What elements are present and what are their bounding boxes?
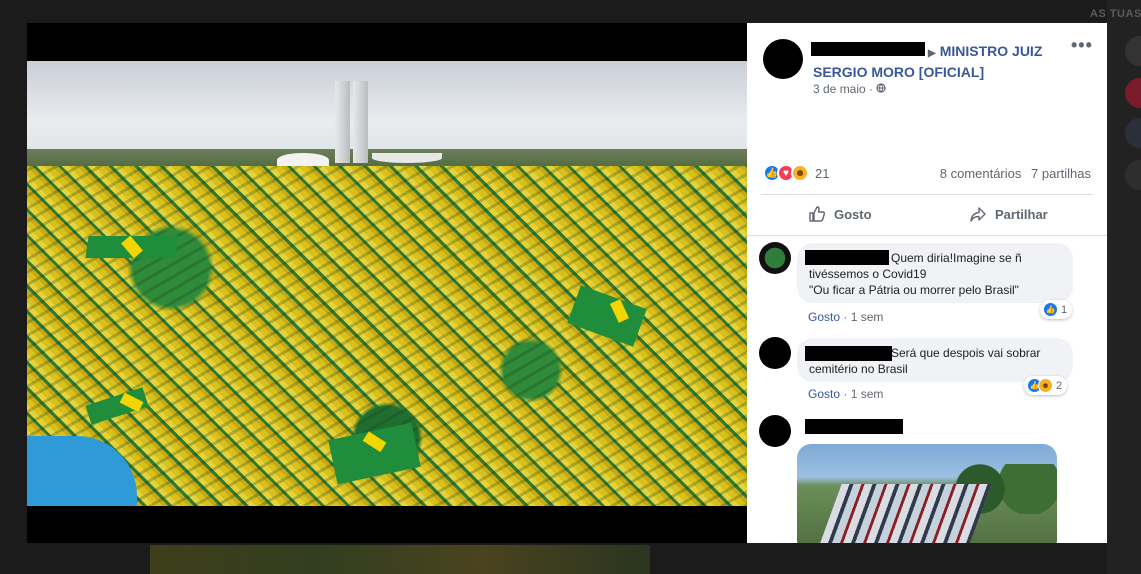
comments-count[interactable]: 8 comentários [940, 166, 1022, 181]
more-options-icon[interactable]: ••• [1071, 35, 1093, 56]
congress-tower [335, 81, 350, 163]
comment-text-line: cemitério no Brasil [809, 362, 908, 376]
redacted-name [805, 419, 903, 434]
reactions-summary[interactable]: 👍 ♥ ☻ 21 [763, 164, 829, 182]
brazil-flag [85, 236, 179, 258]
comment-text-line: tivéssemos o Covid19 [809, 267, 927, 281]
share-button[interactable]: Partilhar [969, 205, 1048, 223]
comment-time[interactable]: 1 sem [851, 387, 884, 401]
congress-tower [353, 81, 368, 163]
commenter-avatar[interactable] [759, 415, 791, 447]
shares-count[interactable]: 7 partilhas [1031, 166, 1091, 181]
post-photo [27, 61, 747, 506]
page-avatar[interactable] [763, 39, 803, 79]
background-post-image [150, 545, 650, 574]
comment-like-link[interactable]: Gosto [808, 310, 840, 324]
haha-icon: ☻ [791, 164, 809, 182]
comment-meta: Gosto · 1 sem [808, 310, 884, 324]
comment-time[interactable]: 1 sem [851, 310, 884, 324]
reaction-count: 21 [815, 165, 830, 181]
redacted-name [805, 346, 892, 361]
divider [761, 194, 1093, 195]
congress-bowl [372, 153, 442, 163]
background-section-label: AS TUAS [1090, 8, 1141, 20]
post-date[interactable]: 3 de maio [813, 82, 866, 96]
comment-reactions[interactable]: 👍 ☻ 2 [1024, 376, 1068, 395]
redacted-name [805, 250, 889, 265]
like-label: Gosto [834, 206, 872, 222]
share-label: Partilhar [995, 206, 1048, 222]
post-author[interactable]: ▶ MINISTRO JUIZ SERGIO MORO [OFICIAL] [813, 42, 1083, 82]
comment-reaction-count: 1 [1061, 303, 1068, 316]
meta-separator: · [869, 82, 874, 96]
comment-reaction-count: 2 [1056, 379, 1063, 392]
photo-viewer[interactable] [27, 23, 747, 543]
caret-right-icon: ▶ [928, 48, 936, 59]
engagement-counts: 8 comentários 7 partilhas [940, 166, 1091, 181]
divider [747, 235, 1107, 236]
like-icon: 👍 [1043, 302, 1058, 317]
globe-icon [876, 82, 886, 96]
comment-image-attachment[interactable] [797, 444, 1057, 543]
comment-text-line: Quem diria!Imagine se ñ [891, 251, 1022, 265]
photo-sky [27, 61, 747, 161]
post-panel: ▶ MINISTRO JUIZ SERGIO MORO [OFICIAL] 3 d… [747, 23, 1107, 543]
commenter-avatar[interactable] [759, 337, 791, 369]
thumbs-up-icon [809, 206, 826, 222]
haha-icon: ☻ [1038, 378, 1053, 393]
comment-text-line: Será que despois vai sobrar [891, 346, 1041, 360]
comment-reactions[interactable]: 👍 1 [1040, 300, 1073, 319]
comment-text-line: "Ou ficar a Pátria ou morrer pelo Brasil… [809, 283, 1019, 297]
attachment-traffic [812, 484, 992, 543]
comment-meta: Gosto · 1 sem [808, 387, 884, 401]
comment-like-link[interactable]: Gosto [808, 387, 840, 401]
share-icon [970, 207, 986, 222]
like-button[interactable]: Gosto [808, 205, 872, 223]
post-meta: 3 de maio · [813, 82, 886, 96]
commenter-avatar[interactable] [759, 242, 791, 274]
congress-dome [277, 153, 329, 167]
